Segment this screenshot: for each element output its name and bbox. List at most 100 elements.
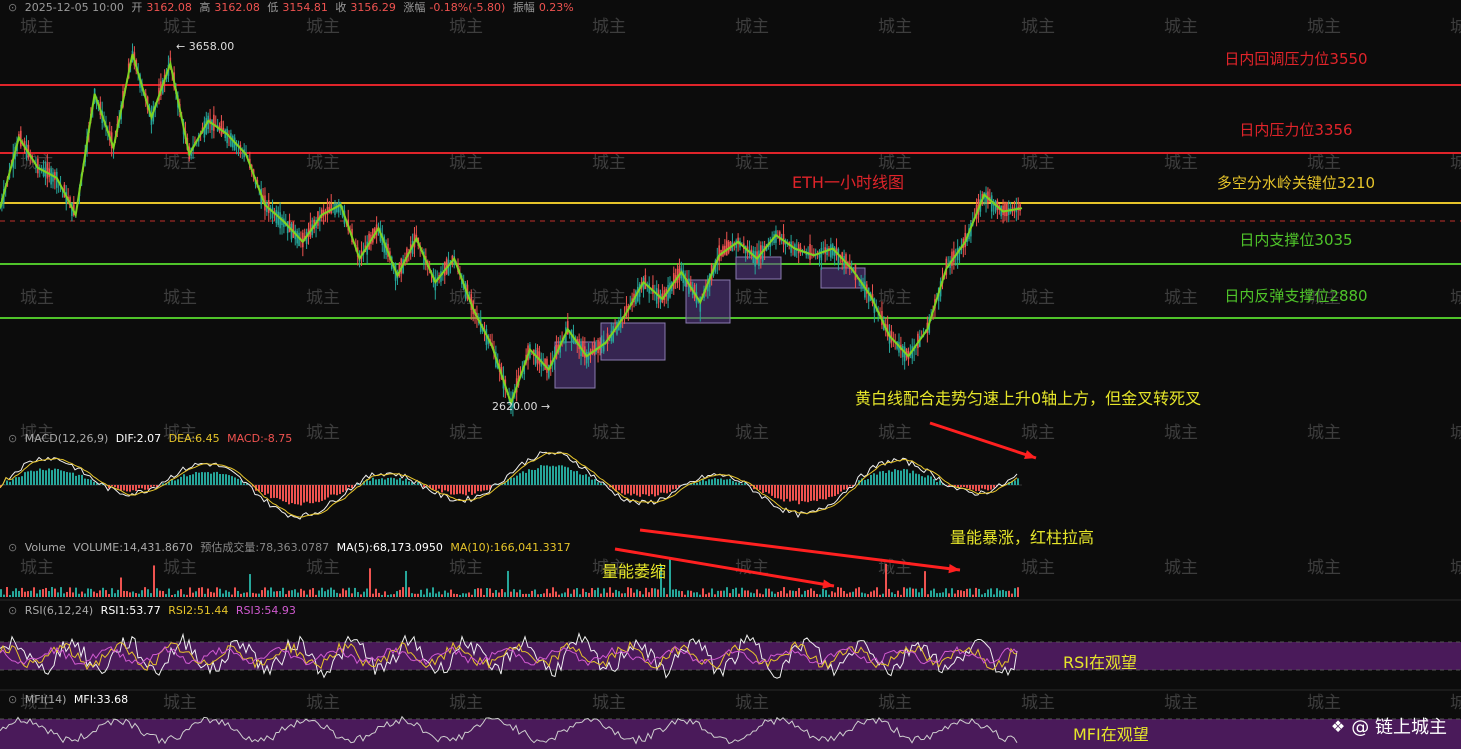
macd-bar [843,485,845,490]
watermark-text: 城主 [878,288,912,308]
watermark-text: 城主 [1307,693,1341,713]
candle-body [585,351,588,364]
macd-bar [447,485,449,492]
macd-bar [441,485,443,493]
volume-bar [633,592,635,597]
collapse-icon[interactable]: ⊙ [8,432,17,445]
macd-bar [75,475,77,485]
macd-bar [78,474,80,485]
watermark-text: 城主 [1021,153,1055,173]
volume-bar [777,591,779,597]
macd-bar [222,474,224,485]
volume-bar [759,593,761,597]
collapse-icon[interactable]: ⊙ [8,693,17,706]
watermark-text: 城主 [878,153,912,173]
watermark-text: 城主 [1307,153,1341,173]
macd-bar [198,472,200,485]
volume-bar [906,588,908,597]
high-marker: ← 3658.00 [176,40,234,53]
volume-bar [519,589,521,597]
macd-bar [114,485,116,488]
collapse-icon[interactable]: ⊙ [8,604,17,617]
volume-bar [60,587,62,597]
volume-bar [177,590,179,597]
macd-bar [618,485,620,491]
volume-bar [1005,591,1007,597]
volume-bar [672,589,674,597]
macd-bar [993,485,995,488]
volume-bar [174,594,176,597]
volume-bar [255,593,257,597]
volume-bar [990,588,992,597]
volume-bar [330,587,332,597]
macd-bar [552,465,554,485]
volume-bar [693,592,695,597]
volume-bar [981,594,983,597]
volume-bar [552,587,554,597]
macd-bar [738,482,740,485]
volume-bar [663,587,665,597]
volume-bar [285,594,287,597]
volume-bar [294,589,296,597]
macd-bar [798,485,800,505]
volume-bar [651,588,653,597]
volume-bar [381,594,383,597]
macd-bar [303,485,305,503]
volume-bar [132,591,134,597]
volume-bar [426,588,428,597]
volume-bar [66,591,68,597]
toggle-icon[interactable]: ⊙ [8,1,17,14]
macd-bar [186,476,188,485]
volume-bar [642,594,644,597]
macd-bar [84,478,86,485]
macd-bar [378,479,380,485]
macd-dif: DIF:2.07 [115,432,162,445]
watermark-text: 城主 [449,153,483,173]
volume-bar [246,592,248,597]
volume-bar [846,593,848,597]
macd-bar [444,485,446,491]
brand-label: @ 链上城主 [1351,717,1447,738]
mfi-header: ⊙ MFI(14) MFI:33.68 [8,693,132,706]
volume-bar [711,588,713,597]
volume-bar [549,593,551,597]
macd-bar [696,482,698,485]
macd-bar [636,485,638,496]
macd-bar [471,485,473,495]
volume-bar [936,593,938,597]
volume-bar [270,587,272,597]
volume-bar [795,591,797,597]
macd-bar [804,485,806,502]
macd-bar [978,485,980,491]
volume-bar [543,593,545,597]
mfi-note: MFI在观望 [1073,725,1149,744]
macd-bar [732,480,734,485]
macd-bar [1014,480,1016,485]
volume-bar [573,589,575,597]
volume-bar [114,593,116,597]
eth-chart: 城主城主城主城主城主城主城主城主城主城主城主城主城主城主城主城主城主城主城主城主… [0,17,1461,749]
macd-bar [663,485,665,493]
macd-bar [921,476,923,485]
volume-bar [750,592,752,597]
macd-bar [711,479,713,485]
collapse-icon[interactable]: ⊙ [8,541,17,554]
volume-bar [375,588,377,597]
open-value: 3162.08 [146,1,192,14]
watermark-text: 城主 [449,17,483,37]
volume-bar [636,589,638,597]
macd-bar [375,479,377,485]
volume-bar [624,593,626,597]
macd-bar [138,485,140,489]
macd-value: MACD:-8.75 [227,432,293,445]
macd-bar [792,485,794,501]
macd-bar [483,485,485,491]
macd-bar [300,485,302,506]
volume-bar [1017,587,1019,597]
macd-bar [987,485,989,491]
volume-bar [987,589,989,597]
macd-bar [279,485,281,500]
volume-bar [249,574,251,597]
volume-bar [396,591,398,597]
volume-bar [618,591,620,597]
